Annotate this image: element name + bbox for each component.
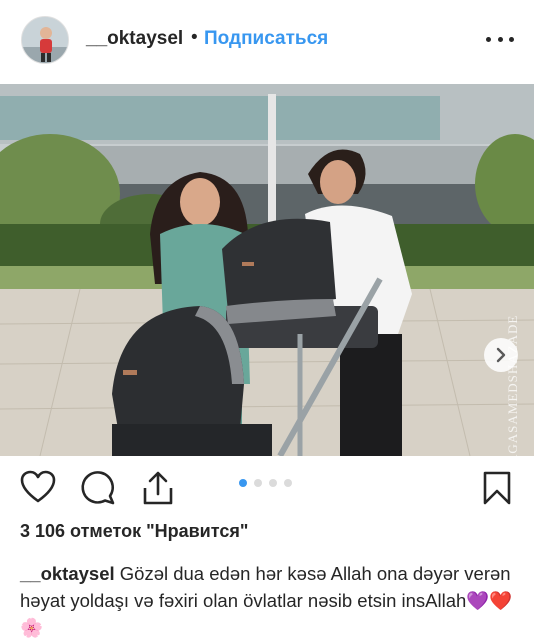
more-icon[interactable] <box>486 27 514 51</box>
comment-icon[interactable] <box>80 470 116 511</box>
caption-username[interactable]: __oktaysel <box>20 563 115 584</box>
follow-button[interactable]: Подписаться <box>204 28 328 50</box>
share-icon[interactable] <box>140 470 176 511</box>
carousel-dot <box>284 479 292 487</box>
carousel-dot <box>269 479 277 487</box>
header-separator: • <box>191 27 198 48</box>
username-link[interactable]: __oktaysel <box>86 28 183 50</box>
heart-icon[interactable] <box>20 470 56 509</box>
carousel-dot <box>254 479 262 487</box>
post-header: __oktaysel • Подписаться <box>0 0 534 82</box>
post-caption: __oktaysel Gözəl dua edən hər kəsə Allah… <box>20 560 520 641</box>
next-arrow-icon[interactable] <box>484 338 518 372</box>
likes-count[interactable]: 3 106 отметок "Нравится" <box>20 521 248 542</box>
action-bar <box>0 460 534 516</box>
carousel-dot <box>239 479 247 487</box>
bookmark-icon[interactable] <box>482 470 512 511</box>
avatar[interactable] <box>21 16 69 64</box>
carousel-indicator <box>239 479 292 487</box>
post-photo[interactable]: AGASAMEDSHAZADE <box>0 84 534 456</box>
